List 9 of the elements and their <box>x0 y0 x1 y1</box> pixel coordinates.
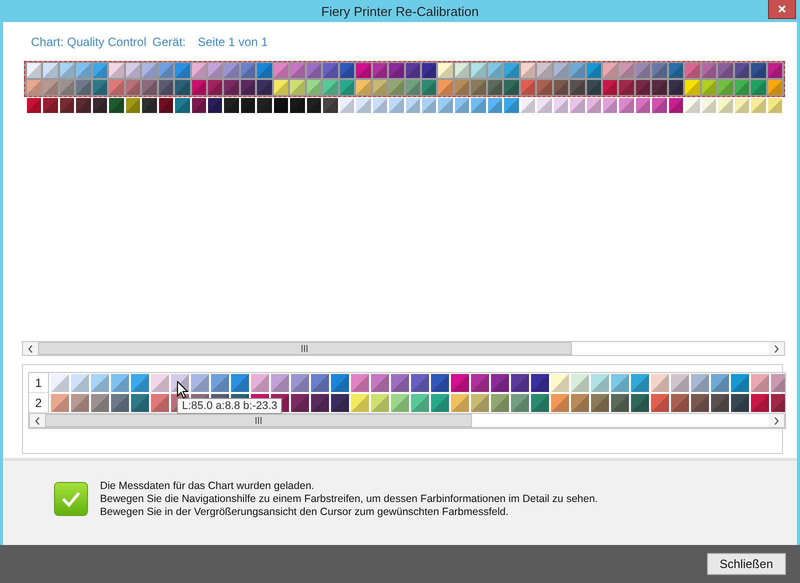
page-indicator: Seite 1 von 1 <box>198 35 268 49</box>
message-text: Bewegen Sie die Navigationshilfe zu einem Farbstreifen, um dessen Farbinformationen im Detail zu sehen. <box>100 492 598 506</box>
message-text: Bewegen Sie in der Vergrößerungsansicht den Cursor zum gewünschten Farbmessfeld. <box>100 506 510 518</box>
message-text: Die Messdaten für das Chart wurden geladen. <box>100 480 316 492</box>
window-title: Fiery Printer Re-Calibration <box>321 4 479 18</box>
device-label: Gerät: <box>152 35 186 49</box>
row-number: 1 <box>29 373 49 393</box>
chart-name: Chart: Quality Control <box>31 35 146 49</box>
tooltip: L:85.0 a:8.8 b:-23.3 <box>177 398 282 414</box>
